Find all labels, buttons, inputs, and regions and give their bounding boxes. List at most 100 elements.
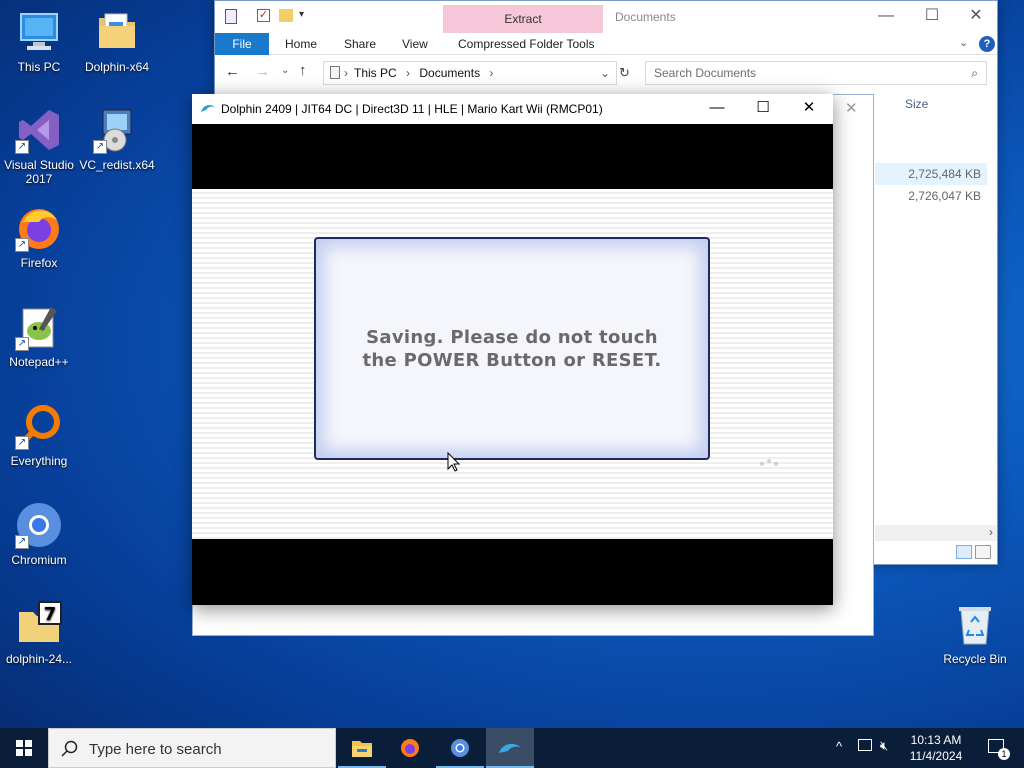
breadcrumb-this-pc[interactable]: This PC bbox=[354, 66, 397, 80]
desktop-icon-dolphin-x64[interactable]: Dolphin-x64 bbox=[75, 8, 159, 74]
ribbon-expand-icon[interactable]: ⌄ bbox=[959, 36, 968, 49]
minimize-button[interactable]: — bbox=[694, 94, 740, 124]
shortcut-arrow-icon: ↗ bbox=[15, 140, 29, 154]
desktop-icon-recycle-bin[interactable]: Recycle Bin bbox=[933, 600, 1017, 666]
tab-view[interactable]: View bbox=[390, 33, 440, 55]
game-render-area[interactable]: Saving. Please do not touch the POWER Bu… bbox=[192, 189, 833, 539]
search-icon bbox=[61, 740, 78, 757]
scroll-right-icon[interactable]: › bbox=[989, 525, 993, 539]
customize-toolbar-icon[interactable]: ▾ bbox=[299, 9, 304, 20]
tab-extract[interactable]: Extract bbox=[443, 5, 603, 33]
back-arrow-icon[interactable]: ← bbox=[225, 63, 240, 80]
save-warning-line: Saving. Please do not touch bbox=[366, 326, 658, 348]
shortcut-arrow-icon: ↗ bbox=[15, 337, 29, 351]
save-warning-text: Saving. Please do not touch the POWER Bu… bbox=[363, 326, 662, 372]
close-button[interactable]: ✕ bbox=[786, 94, 832, 124]
address-row: ← → ⌄ ↑ › This PC › Documents › ⌄ ↻ Sear… bbox=[215, 57, 997, 89]
dolphin-window-title: Dolphin 2409 | JIT64 DC | Direct3D 11 | … bbox=[221, 102, 603, 116]
file-explorer-icon bbox=[352, 741, 372, 757]
recycle-bin-icon bbox=[951, 600, 999, 648]
desktop-icon-visual-studio[interactable]: ↗ Visual Studio 2017 bbox=[0, 106, 81, 186]
archive-folder-icon: 7 bbox=[15, 600, 63, 648]
checkbox-icon[interactable]: ✓ bbox=[257, 9, 270, 22]
maximize-button[interactable]: ☐ bbox=[740, 94, 786, 124]
breadcrumb-chevron-icon: › bbox=[344, 66, 348, 80]
ribbon-tabs: File Home Share View Compressed Folder T… bbox=[215, 33, 997, 55]
breadcrumb-documents[interactable]: Documents bbox=[419, 66, 480, 80]
shortcut-arrow-icon: ↗ bbox=[15, 238, 29, 252]
tab-share[interactable]: Share bbox=[332, 33, 388, 55]
desktop-icon-dolphin-archive[interactable]: 7 dolphin-24... bbox=[0, 600, 81, 666]
desktop-icon-firefox[interactable]: ↗ Firefox bbox=[0, 204, 81, 270]
tab-home[interactable]: Home bbox=[273, 33, 329, 55]
svg-text:7: 7 bbox=[44, 604, 57, 625]
maximize-button[interactable]: ☐ bbox=[909, 1, 955, 33]
desktop-icon-vc-redist[interactable]: ↗ VC_redist.x64 bbox=[75, 106, 159, 172]
dolphin-emulator-window[interactable]: Dolphin 2409 | JIT64 DC | Direct3D 11 | … bbox=[192, 94, 833, 605]
taskbar-chromium[interactable] bbox=[436, 728, 484, 768]
desktop-icon-this-pc[interactable]: This PC bbox=[0, 8, 81, 74]
new-folder-icon[interactable] bbox=[279, 9, 293, 22]
taskbar-dolphin[interactable] bbox=[486, 728, 534, 768]
tab-file[interactable]: File bbox=[215, 33, 269, 55]
up-arrow-icon[interactable]: ↑ bbox=[299, 62, 307, 79]
mouse-cursor-icon bbox=[447, 451, 461, 475]
desktop-icon-label: This PC bbox=[17, 60, 61, 74]
computer-icon bbox=[15, 8, 63, 56]
column-header-size[interactable]: Size bbox=[905, 97, 928, 111]
help-icon[interactable]: ? bbox=[979, 36, 995, 52]
show-hidden-icons-icon[interactable]: ^ bbox=[836, 739, 842, 754]
address-dropdown-icon[interactable]: ⌄ bbox=[600, 62, 610, 84]
desktop-icon-label: Everything bbox=[10, 454, 68, 468]
notification-badge: 1 bbox=[998, 748, 1010, 760]
details-view-icon[interactable] bbox=[955, 545, 972, 559]
desktop-icon-label: Recycle Bin bbox=[943, 652, 1007, 666]
save-dialog: Saving. Please do not touch the POWER Bu… bbox=[314, 237, 710, 460]
search-input[interactable]: Search Documents ⌕ bbox=[645, 61, 987, 85]
magnifier-icon: ↗ bbox=[15, 402, 63, 450]
desktop-icon-notepadpp[interactable]: ↗ Notepad++ bbox=[0, 303, 81, 369]
taskbar-firefox[interactable] bbox=[386, 728, 434, 768]
dolphin-titlebar[interactable]: Dolphin 2409 | JIT64 DC | Direct3D 11 | … bbox=[192, 94, 833, 124]
taskbar-clock[interactable]: 10:13 AM 11/4/2024 bbox=[906, 732, 966, 764]
breadcrumb-chevron-icon: › bbox=[489, 66, 494, 80]
taskbar-search-box[interactable]: Type here to search bbox=[48, 728, 336, 768]
clock-date: 11/4/2024 bbox=[909, 749, 963, 763]
dolphin-logo-icon bbox=[499, 743, 521, 753]
documents-location-icon bbox=[330, 66, 340, 79]
taskbar-file-explorer[interactable] bbox=[338, 728, 386, 768]
desktop-icon-label: Notepad++ bbox=[9, 355, 69, 369]
visual-studio-icon: ↗ bbox=[15, 106, 63, 154]
firefox-icon bbox=[401, 739, 419, 757]
installer-icon: ↗ bbox=[93, 106, 141, 154]
save-warning-line: the POWER Button or RESET. bbox=[362, 349, 662, 371]
horizontal-scrollbar[interactable]: › bbox=[875, 525, 997, 541]
close-button[interactable]: ✕ bbox=[953, 1, 999, 33]
desktop-icon-label: dolphin-24... bbox=[5, 652, 73, 666]
explorer-titlebar[interactable]: ✓ ▾ Extract Documents — ☐ ✕ bbox=[215, 1, 997, 33]
address-bar[interactable]: › This PC › Documents › ⌄ bbox=[323, 61, 617, 85]
breadcrumb-chevron-icon: › bbox=[406, 66, 411, 80]
search-placeholder: Search Documents bbox=[654, 66, 757, 80]
folder-icon bbox=[93, 8, 141, 56]
minimize-button[interactable]: — bbox=[863, 1, 909, 33]
shortcut-arrow-icon: ↗ bbox=[15, 436, 29, 450]
tab-compressed-folder-tools[interactable]: Compressed Folder Tools bbox=[446, 33, 607, 55]
recent-locations-icon[interactable]: ⌄ bbox=[281, 65, 289, 76]
chromium-icon bbox=[451, 739, 469, 757]
forward-arrow-icon[interactable]: → bbox=[255, 63, 270, 80]
start-button[interactable] bbox=[0, 728, 48, 768]
properties-icon[interactable] bbox=[225, 9, 237, 24]
large-icons-view-icon[interactable] bbox=[975, 545, 991, 559]
desktop-icon-everything[interactable]: ↗ Everything bbox=[0, 402, 81, 468]
shortcut-arrow-icon: ↗ bbox=[93, 140, 107, 154]
close-icon[interactable]: ✕ bbox=[845, 99, 858, 117]
file-size: 2,726,047 KB bbox=[908, 189, 981, 203]
volume-muted-icon[interactable]: 🔇︎ bbox=[880, 738, 888, 754]
refresh-icon[interactable]: ↻ bbox=[619, 65, 630, 81]
network-icon[interactable] bbox=[858, 739, 872, 751]
desktop-icon-chromium[interactable]: ↗ Chromium bbox=[0, 501, 81, 567]
loading-spinner-icon bbox=[758, 457, 780, 471]
chromium-icon: ↗ bbox=[15, 501, 63, 549]
system-tray: ^ 🔇︎ 10:13 AM 11/4/2024 1 bbox=[824, 728, 1024, 768]
